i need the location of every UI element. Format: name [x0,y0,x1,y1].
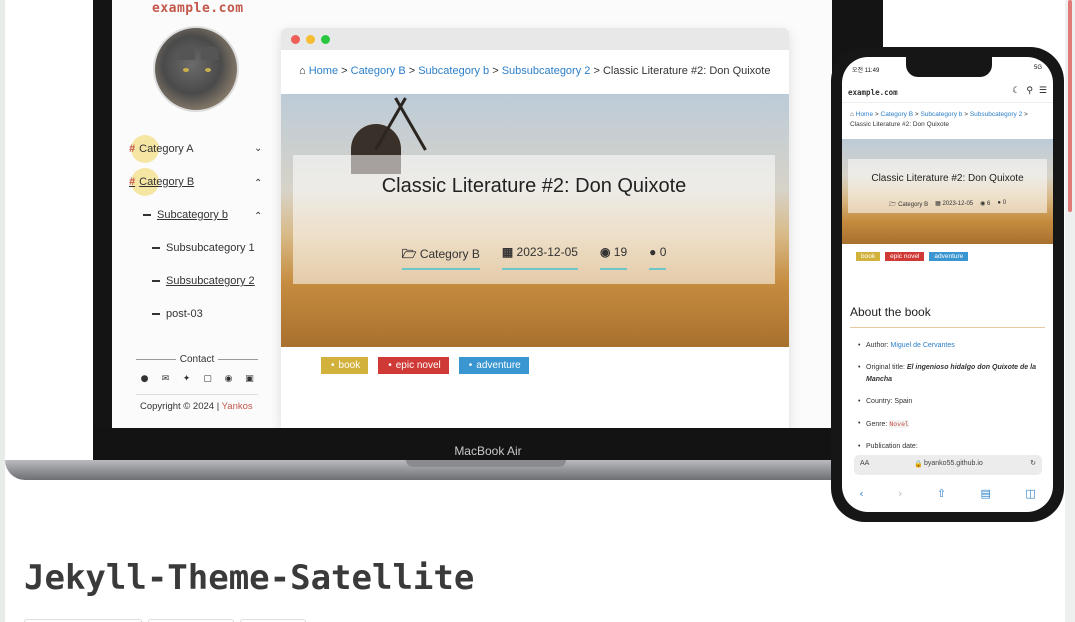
divider [136,394,258,395]
breadcrumb-home[interactable]: Home [309,65,338,77]
phone-tag-epic-novel[interactable]: epic novel [885,252,925,261]
reader-button[interactable]: AA [860,460,869,467]
url-text: byanko55.github.io [924,460,983,467]
phone-notch [906,57,992,77]
breadcrumb-current: Classic Literature #2: Don Quixote [602,65,771,77]
phone-post-meta: 🗁 Category B ▦ 2023-12-05 ◉ 6 ● 0 [848,200,1047,210]
phone-site-domain[interactable]: example.com [848,88,898,97]
page-scrollbar[interactable] [1065,0,1075,622]
scrollbar-thumb[interactable] [1068,0,1072,212]
tag-adventure[interactable]: adventure [458,357,529,374]
tag-book[interactable]: book [321,357,369,374]
phone-toolbar: ‹ › ⇧ ▤ ◫ [842,481,1053,505]
laptop-model-label: MacBook Air [454,444,522,458]
post-tags: book epic novel adventure [321,357,529,374]
breadcrumb-subsub-2[interactable]: Subsubcategory 2 [502,65,591,77]
phone-post-header-card: Classic Literature #2: Don Quixote 🗁 Cat… [848,159,1047,213]
moon-icon[interactable]: ☾ [1012,86,1020,96]
phone-tag-book[interactable]: book [856,252,881,261]
eye-icon: ◉ 6 [980,201,991,207]
folder-icon: 🗁 Category B [888,202,929,208]
maximize-dot[interactable] [321,34,330,44]
laptop-chin: MacBook Air [93,428,883,462]
copyright: Copyright © 2024 | Yankos [140,401,253,412]
divider [850,327,1045,328]
author-link[interactable]: Miguel de Cervantes [891,342,955,349]
list-item: Original title: El ingenioso hidalgo don… [858,362,1046,386]
post-views: ◉ 19 [599,245,628,270]
page-title: Jekyll-Theme-Satellite [24,558,475,598]
phone-url-bar[interactable]: AA 🔒 byanko55.github.io ↻ [854,455,1042,475]
eye-icon: ◉ [599,245,611,259]
facebook-icon[interactable]: ◉ [222,372,235,385]
sidebar-item-subcategory-b[interactable]: Subcategory b [143,209,228,221]
sidebar-item-category-a[interactable]: # Category A [129,143,194,155]
post-comments: ● 0 [649,245,667,270]
post-date: ▦ 2023-12-05 [501,245,578,270]
laptop-notch [406,460,566,467]
close-dot[interactable] [291,34,300,44]
minimize-dot[interactable] [306,34,315,44]
tag-epic-novel[interactable]: epic novel [378,357,449,374]
lock-icon: 🔒 [914,461,923,468]
page-left-border [0,0,5,622]
avatar [153,26,239,112]
bookmarks-icon[interactable]: ▤ [981,487,991,500]
list-item: Country: Spain [858,396,1046,408]
post-title: Classic Literature #2: Don Quixote [381,175,687,197]
chevron-down-icon[interactable]: ⌄ [254,143,262,154]
phone-post-title: Classic Literature #2: Don Quixote [871,173,1024,184]
list-item: Publication date: [858,441,1046,453]
sidebar-item-subsub-1[interactable]: Subsubcategory 1 [152,242,255,254]
search-icon[interactable]: ⚲ [1026,86,1033,96]
author-link[interactable]: Yankos [222,401,253,412]
folder-icon: 🗁 [401,247,417,261]
linkedin-icon[interactable]: ▣ [243,372,256,385]
calendar-icon: ▦ 2023-12-05 [935,201,974,207]
calendar-icon: ▦ [501,245,514,259]
home-icon[interactable]: ⌂ [850,111,854,118]
forward-icon[interactable]: › [898,487,902,500]
phone-hero-image: Classic Literature #2: Don Quixote 🗁 Cat… [842,139,1053,244]
breadcrumb-category-b[interactable]: Category B [351,65,406,77]
instagram-icon[interactable]: ▢ [201,372,214,385]
readme-preview: example.com # Category A ⌄ # Category B ⌃ … [0,0,1075,622]
hero-image: Classic Literature #2: Don Quixote 🗁 Cat… [281,94,789,347]
back-icon[interactable]: ‹ [859,487,863,500]
github-icon[interactable]: ● [138,372,151,385]
menu-icon[interactable]: ☰ [1039,86,1047,96]
phone-tag-adventure[interactable]: adventure [929,252,969,261]
list-item: Author: Miguel de Cervantes [858,340,1046,352]
phone-header: example.com ☾ ⚲ ☰ [842,81,1053,103]
phone-screen: 오전 11:49 5G example.com ☾ ⚲ ☰ ⌂ Home > C… [842,57,1053,512]
phone-breadcrumb: ⌂ Home > Category B > Subcategory b > Su… [850,111,1028,128]
post-meta: 🗁 Category B ▦ 2023-12-05 ◉ 19 ● 0 [293,245,775,270]
post-header-card: Classic Literature #2: Don Quixote 🗁 Cat… [293,155,775,284]
mail-icon[interactable]: ✉ [159,372,172,385]
home-icon[interactable]: ⌂ [299,65,306,77]
about-heading: About the book [850,305,931,319]
browser-window: ⌂ Home > Category B > Subcategory b > Su… [281,28,789,428]
contact-title: Contact [179,354,215,365]
chevron-up-icon[interactable]: ⌃ [254,211,262,222]
sidebar-item-category-b[interactable]: # Category B [129,176,194,188]
breadcrumb-subcategory-b[interactable]: Subcategory b [418,65,489,77]
phone-post-tags: book epic novel adventure [856,252,969,261]
book-details: Author: Miguel de Cervantes Original tit… [858,340,1046,463]
share-icon[interactable]: ⇧ [937,487,946,500]
list-item: Genre: Novel [858,418,1046,431]
comment-icon: ● 0 [997,200,1007,206]
sidebar-item-post-03[interactable]: post-03 [152,308,203,320]
browser-titlebar [281,28,789,50]
social-icons: ● ✉ ✦ ▢ ◉ ▣ [138,372,256,385]
post-category[interactable]: 🗁 Category B [401,245,480,270]
site-domain[interactable]: example.com [152,1,244,16]
reload-icon[interactable]: ↻ [1030,459,1036,467]
chevron-up-icon[interactable]: ⌃ [254,178,262,189]
tabs-icon[interactable]: ◫ [1025,487,1035,500]
comment-icon: ● [649,245,657,259]
breadcrumb: ⌂ Home > Category B > Subcategory b > Su… [299,65,771,77]
twitter-icon[interactable]: ✦ [180,372,193,385]
sidebar-item-subsub-2[interactable]: Subsubcategory 2 [152,275,255,287]
